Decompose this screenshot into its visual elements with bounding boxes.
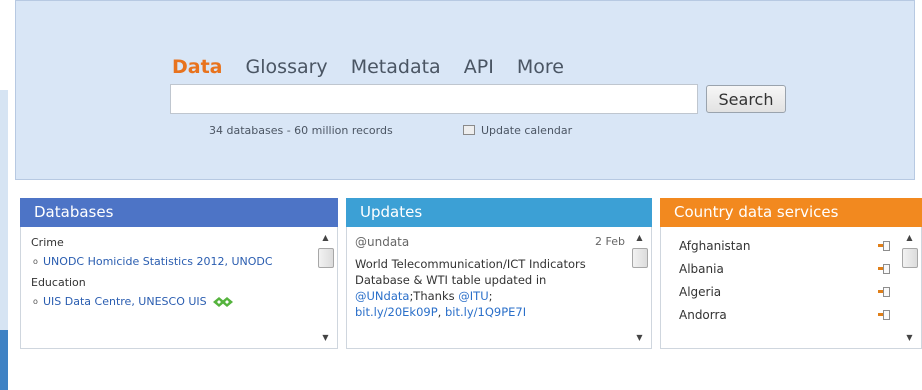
updates-body: @undata 2 Feb World Telecommunication/IC… [346, 227, 652, 349]
bullet-icon: o [33, 257, 38, 266]
mention-itu-link[interactable]: @ITU [458, 289, 488, 303]
country-row-andorra[interactable]: Andorra [679, 303, 890, 326]
short-link-2[interactable]: bit.ly/1Q9PE7I [445, 305, 526, 319]
country-name: Algeria [679, 284, 722, 299]
databases-title: Databases [20, 198, 338, 227]
country-row-afghanistan[interactable]: Afghanistan [679, 234, 890, 257]
external-link-icon[interactable] [878, 310, 890, 320]
update-calendar-link[interactable]: Update calendar [463, 124, 572, 137]
partner-link-icon [212, 297, 233, 307]
updates-panel: Updates @undata 2 Feb World Telecommunic… [346, 198, 652, 349]
tab-api[interactable]: API [464, 56, 494, 78]
scroll-thumb[interactable] [632, 248, 648, 268]
databases-body: Crime o UNODC Homicide Statistics 2012, U… [20, 227, 338, 349]
database-stats: 34 databases - 60 million records [209, 124, 393, 137]
scroll-down-arrow-icon[interactable]: ▼ [631, 332, 648, 344]
search-panel: Data Glossary Metadata API More Search 3… [15, 0, 915, 180]
country-name: Andorra [679, 307, 727, 322]
tab-metadata[interactable]: Metadata [351, 56, 441, 78]
scroll-thumb[interactable] [902, 248, 918, 268]
databases-scrollbar[interactable]: ▲ ▼ [317, 232, 334, 344]
database-link-label: UIS Data Centre, UNESCO UIS [43, 295, 207, 308]
country-services-panel: Country data services Afghanistan Albani… [660, 198, 922, 349]
short-link-1[interactable]: bit.ly/20Ek09P [355, 305, 438, 319]
databases-list: Crime o UNODC Homicide Statistics 2012, U… [21, 227, 337, 310]
bullet-icon: o [33, 297, 38, 306]
country-row-albania[interactable]: Albania [679, 257, 890, 280]
scroll-down-arrow-icon[interactable]: ▼ [901, 332, 918, 344]
database-link-uis-data-centre[interactable]: o UIS Data Centre, UNESCO UIS [31, 293, 303, 310]
country-name: Albania [679, 261, 724, 276]
mention-undata-link[interactable]: @UNdata [355, 289, 409, 303]
database-link-label: UNODC Homicide Statistics 2012, UNODC [43, 255, 273, 268]
scroll-down-arrow-icon[interactable]: ▼ [317, 332, 334, 344]
tweet-date: 2 Feb [595, 235, 625, 248]
external-link-icon[interactable] [878, 264, 890, 274]
tab-more[interactable]: More [517, 56, 564, 78]
search-input[interactable] [170, 84, 698, 114]
scroll-up-arrow-icon[interactable]: ▲ [317, 232, 334, 244]
country-scrollbar[interactable]: ▲ ▼ [901, 232, 918, 344]
tweet-text-part: ; [488, 289, 493, 303]
tweet-text: World Telecommunication/ICT Indicators D… [355, 256, 625, 320]
scroll-thumb[interactable] [318, 248, 334, 268]
country-list: Afghanistan Albania Algeria Andorra [661, 227, 890, 326]
main-nav: Data Glossary Metadata API More [172, 56, 581, 78]
tweet-header: @undata 2 Feb [355, 235, 625, 249]
update-calendar-label: Update calendar [481, 124, 573, 137]
calendar-icon [463, 125, 475, 135]
category-crime: Crime [31, 236, 64, 249]
tweet-text-part: ;Thanks [409, 289, 459, 303]
search-button[interactable]: Search [706, 85, 786, 113]
tweet-text-part: , [437, 305, 445, 319]
tab-glossary[interactable]: Glossary [246, 56, 328, 78]
external-link-icon[interactable] [878, 287, 890, 297]
country-services-title: Country data services [660, 198, 922, 227]
tweet-text-part: World Telecommunication/ICT Indicators D… [355, 257, 586, 287]
tweet: @undata 2 Feb World Telecommunication/IC… [347, 227, 625, 320]
external-link-icon[interactable] [878, 241, 890, 251]
country-services-body: Afghanistan Albania Algeria Andorra ▲ ▼ [660, 227, 922, 349]
updates-title: Updates [346, 198, 652, 227]
scroll-up-arrow-icon[interactable]: ▲ [631, 232, 648, 244]
category-education: Education [31, 276, 86, 289]
left-edge-strip [0, 90, 8, 390]
updates-scrollbar[interactable]: ▲ ▼ [631, 232, 648, 344]
tweet-handle[interactable]: @undata [355, 235, 409, 249]
country-name: Afghanistan [679, 238, 751, 253]
scroll-up-arrow-icon[interactable]: ▲ [901, 232, 918, 244]
country-row-algeria[interactable]: Algeria [679, 280, 890, 303]
database-link-unodc-homicide[interactable]: o UNODC Homicide Statistics 2012, UNODC [31, 253, 303, 270]
databases-panel: Databases Crime o UNODC Homicide Statisti… [20, 198, 338, 349]
left-edge-accent [0, 330, 8, 390]
tab-data[interactable]: Data [172, 56, 223, 78]
